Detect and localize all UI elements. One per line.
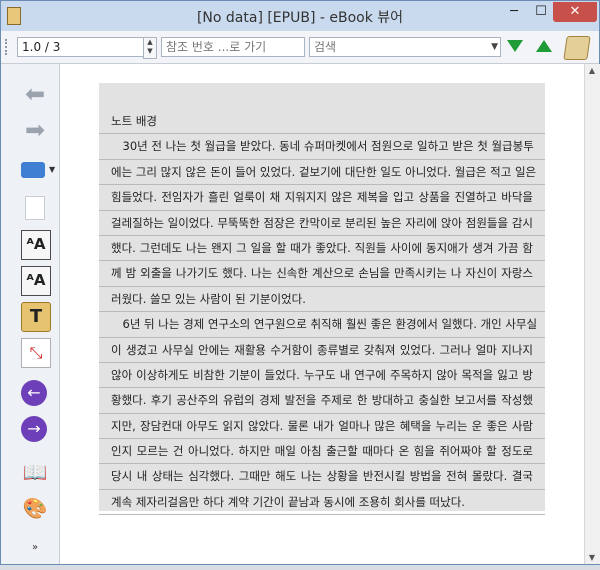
text-line: 했다. 그런데도 나는 왠지 그 일을 할 때가 좋았다. 직원들 사이에 동지…: [99, 236, 545, 262]
toolbar: 1.0 / 3 ▲ ▼ 참조 번호 ...로 가기 검색 ▼: [1, 31, 599, 64]
text-line: 러웠다. 쓸모 있는 사람이 된 기분이었다.: [99, 287, 545, 313]
forward-arrow-icon[interactable]: ➡: [21, 116, 49, 144]
text-line: 께 밤 외출을 나가기도 했다. 나는 신속한 계산으로 손님을 만족시키는 나…: [99, 261, 545, 287]
title-bar: [No data] [EPUB] - eBook 뷰어 ─ ☐ ✕: [1, 1, 599, 31]
page-spinner[interactable]: ▲ ▼: [143, 37, 157, 59]
previous-match-icon[interactable]: [536, 40, 552, 52]
font-smaller-icon[interactable]: ᴬA: [21, 266, 51, 296]
page-number-input[interactable]: 1.0 / 3: [17, 37, 147, 57]
text-line: 이 생겼고 사무실 안에는 재활용 수거함이 종류별로 갖춰져 있었다. 그러나…: [99, 338, 545, 363]
previous-icon[interactable]: ←: [21, 380, 47, 406]
scroll-up-icon[interactable]: ▲: [587, 66, 597, 75]
page-text: 노트 배경 30년 전 나는 첫 월급을 받았다. 동네 슈퍼마켓에서 점원으로…: [99, 109, 545, 516]
text-line: 걸레질하는 일이었다. 무뚝뚝한 점장은 칸막이로 분리된 높은 자리에 앉아 …: [99, 211, 545, 236]
search-dropdown-icon[interactable]: ▼: [491, 38, 498, 56]
document-button[interactable]: [21, 194, 49, 222]
text-line: 6년 뒤 나는 경제 연구소의 연구원으로 취직해 훨씬 좋은 환경에서 일했다…: [99, 312, 545, 338]
text-line: 않아 이상하게도 비참한 기분이 들었다. 누구도 내 연구에 주목하지 않아 …: [99, 363, 545, 389]
section-heading: 노트 배경: [99, 109, 545, 135]
theme-icon[interactable]: 🎨: [21, 494, 49, 522]
print-icon: [21, 162, 45, 178]
fit-screen-icon[interactable]: ⤡: [21, 338, 51, 368]
sidebar: ⬅ ➡ ▼ ᴬA ᴬA T ⤡ ← → 📖 🎨 »: [1, 64, 60, 564]
text-line: 황했다. 후기 공산주의 유럽의 경제 발전을 주제로 한 방대하고 충실한 보…: [99, 388, 545, 414]
text-line: 인지 모르는 건 아니었다. 하지만 매일 아침 출근할 때마다 온 힘을 쥐어…: [99, 439, 545, 465]
close-button[interactable]: ✕: [553, 2, 597, 22]
ebook-viewer-window: [No data] [EPUB] - eBook 뷰어 ─ ☐ ✕ 1.0 / …: [0, 0, 600, 565]
reference-input[interactable]: 참조 번호 ...로 가기: [161, 37, 305, 57]
font-larger-icon[interactable]: ᴬA: [21, 230, 51, 260]
minimize-button[interactable]: ─: [501, 2, 527, 22]
text-icon[interactable]: T: [21, 302, 51, 332]
text-line: 지만, 장담컨대 아무도 읽지 않았다. 물론 내가 얼마나 많은 혜택을 누리…: [99, 414, 545, 440]
book-page: 노트 배경 30년 전 나는 첫 월급을 받았다. 동네 슈퍼마켓에서 점원으로…: [99, 83, 545, 516]
vertical-scrollbar[interactable]: ▲ ▼: [584, 64, 600, 564]
text-line: 계속 제자리걸음만 하다 계약 기간이 끝남과 동시에 조용히 회사를 떠났다.: [99, 490, 545, 516]
reading-area: 노트 배경 30년 전 나는 첫 월급을 받았다. 동네 슈퍼마켓에서 점원으로…: [60, 64, 584, 564]
print-button[interactable]: [21, 156, 49, 184]
next-icon[interactable]: →: [21, 416, 47, 442]
text-line: 30년 전 나는 첫 월급을 받았다. 동네 슈퍼마켓에서 점원으로 일하고 받…: [99, 134, 545, 160]
search-placeholder: 검색: [314, 40, 337, 54]
search-input[interactable]: 검색 ▼: [309, 37, 501, 57]
more-chevron-icon[interactable]: »: [29, 542, 41, 570]
maximize-button[interactable]: ☐: [528, 2, 554, 22]
print-dropdown-icon[interactable]: ▼: [49, 165, 55, 174]
text-line: 힘들었다. 전임자가 흘린 얼룩이 채 지워지지 않은 제복을 입고 상품을 진…: [99, 185, 545, 211]
scroll-down-icon[interactable]: ▼: [587, 553, 597, 562]
text-line: 당시 내 상태는 심각했다. 그때만 해도 나는 상황을 반전시킬 방법을 전혀…: [99, 464, 545, 490]
scroll-icon[interactable]: [563, 36, 591, 60]
text-line: 에는 그리 많지 않은 돈이 들어 있었다. 겉보기에 대단한 일도 아니었다.…: [99, 160, 545, 186]
document-icon: [25, 196, 45, 220]
next-match-icon[interactable]: [507, 40, 523, 52]
library-icon[interactable]: 📖: [21, 458, 49, 486]
toolbar-grip[interactable]: [5, 39, 10, 55]
back-arrow-icon[interactable]: ⬅: [21, 80, 49, 108]
